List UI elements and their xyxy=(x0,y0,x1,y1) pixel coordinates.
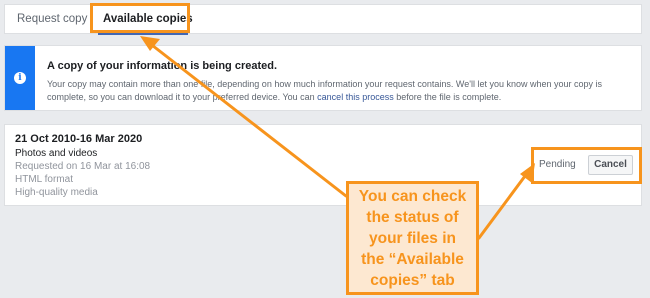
callout-box: You can check the status of your files i… xyxy=(346,181,479,295)
info-body: Your copy may contain more than one file… xyxy=(47,78,632,104)
info-body-text-end: before the file is complete. xyxy=(393,92,502,102)
tab-request-copy[interactable]: Request copy xyxy=(17,5,87,35)
copy-quality: High-quality media xyxy=(15,187,98,198)
copy-requested-date: Requested on 16 Mar at 16:08 xyxy=(15,161,151,172)
copy-details: Photos and videos Requested on 16 Mar at… xyxy=(15,147,150,199)
copy-type: Photos and videos xyxy=(15,148,98,159)
status-highlight-box xyxy=(531,147,642,184)
info-banner: i A copy of your information is being cr… xyxy=(4,45,642,111)
cancel-process-link[interactable]: cancel this process xyxy=(317,92,394,102)
callout-text: You can check the status of your files i… xyxy=(358,187,467,289)
info-banner-stripe: i xyxy=(5,46,35,110)
tab-highlight-box xyxy=(90,3,190,33)
copy-format: HTML format xyxy=(15,174,73,185)
info-title: A copy of your information is being crea… xyxy=(47,60,278,72)
info-icon: i xyxy=(14,72,26,84)
copy-date-range: 21 Oct 2010-16 Mar 2020 xyxy=(15,133,143,145)
